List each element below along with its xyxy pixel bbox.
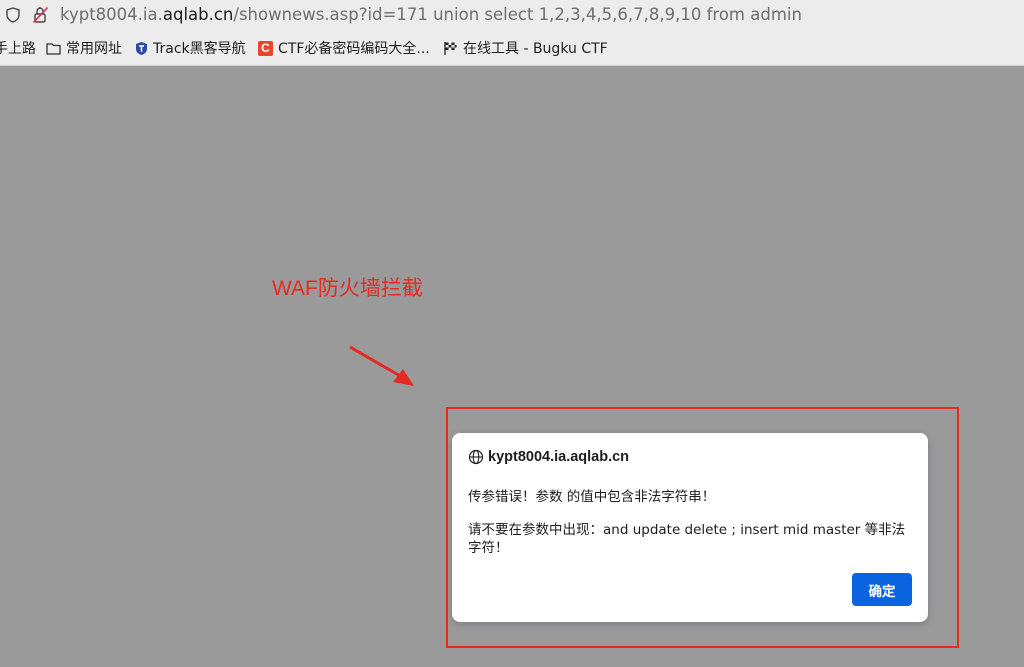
url-field[interactable]: kypt8004.ia.aqlab.cn/shownews.asp?id=171… xyxy=(60,5,802,24)
url-domain: aqlab.cn xyxy=(162,5,234,24)
bookmark-item[interactable]: Track黑客导航 xyxy=(135,39,246,57)
dialog-message-line2: 请不要在参数中出现：and update delete ; insert mid… xyxy=(468,522,906,556)
bookmark-label: 常用网址 xyxy=(66,41,122,57)
bookmark-label: 手上路 xyxy=(0,41,36,57)
dialog-message-line1: 传参错误！参数 的值中包含非法字符串！ xyxy=(468,489,716,505)
alert-dialog: kypt8004.ia.aqlab.cn 传参错误！参数 的值中包含非法字符串！… xyxy=(452,433,928,622)
url-prefix: kypt8004.ia. xyxy=(60,5,163,24)
annotation-label: WAF防火墙拦截 xyxy=(272,277,423,300)
globe-icon xyxy=(468,449,484,465)
address-bar: kypt8004.ia.aqlab.cn/shownews.asp?id=171… xyxy=(0,0,1024,32)
bookmark-label: Track黑客导航 xyxy=(153,41,246,57)
bookmark-folder[interactable]: 常用网址 xyxy=(46,39,122,57)
folder-icon xyxy=(46,42,61,55)
c-logo-icon: C xyxy=(258,40,273,56)
bookmark-label: CTF必备密码编码大全... xyxy=(278,41,430,57)
bookmark-label: 在线工具 - Bugku CTF xyxy=(463,41,608,57)
url-path: /shownews.asp?id=171 union select 1,2,3,… xyxy=(233,5,802,24)
shield-icon xyxy=(136,41,147,55)
bookmark-item[interactable]: 手上路 xyxy=(0,39,36,57)
bookmark-item[interactable]: 在线工具 - Bugku CTF xyxy=(443,39,608,57)
ok-button[interactable]: 确定 xyxy=(852,573,912,606)
insecure-lock-icon[interactable] xyxy=(32,6,49,24)
bookmarks-toolbar: 手上路 常用网址 Track黑客导航 C CTF必备密码编码大全... 在线工具… xyxy=(0,32,1024,66)
tracking-protection-shield-icon[interactable] xyxy=(6,7,20,23)
bookmark-item[interactable]: C CTF必备密码编码大全... xyxy=(258,39,430,57)
dialog-origin-host: kypt8004.ia.aqlab.cn xyxy=(488,449,630,465)
annotation-arrow-icon xyxy=(349,345,414,386)
flag-icon xyxy=(444,41,457,55)
